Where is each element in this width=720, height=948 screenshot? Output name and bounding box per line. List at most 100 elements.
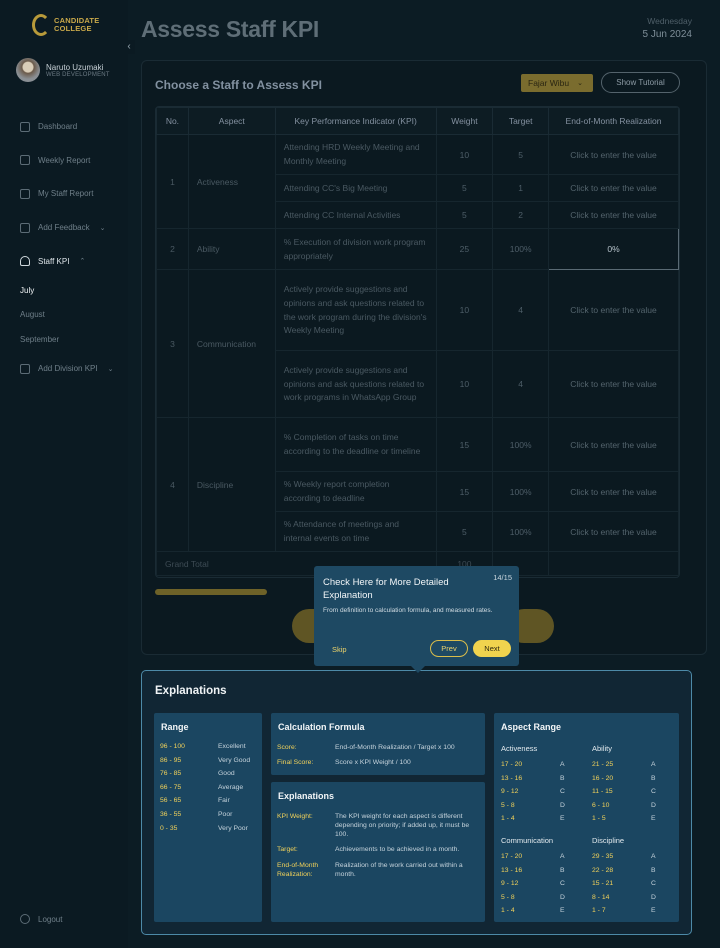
range-grade: Good bbox=[218, 770, 235, 778]
cell-target: 4 bbox=[492, 350, 550, 418]
definitions-panel: Explanations KPI Weight: The KPI weight f… bbox=[271, 782, 485, 922]
aspect-range-value: 9 - 12 bbox=[501, 880, 519, 887]
range-grade: Average bbox=[218, 783, 244, 791]
sidebar-item-my-staff-report[interactable]: My Staff Report bbox=[0, 177, 128, 211]
range-value: 0 - 35 bbox=[160, 824, 178, 832]
table-row: 2 Ability % Execution of division work p… bbox=[156, 228, 679, 270]
aspect-grade: C bbox=[651, 788, 656, 795]
table-header: No. Aspect Key Performance Indicator (KP… bbox=[156, 107, 679, 135]
aspect-range-value: 9 - 12 bbox=[501, 788, 519, 795]
cell-target: 1 bbox=[492, 174, 550, 202]
sidebar-item-staff-kpi[interactable]: Staff KPI ⌃ bbox=[0, 244, 128, 278]
cell-realization-input[interactable]: Click to enter the value bbox=[548, 134, 679, 175]
logout-button[interactable]: Logout bbox=[20, 914, 62, 924]
sidebar-item-dashboard[interactable]: Dashboard bbox=[0, 110, 128, 144]
range-value: 96 - 100 bbox=[160, 743, 185, 750]
cell-realization-input-active[interactable]: 0% bbox=[548, 228, 679, 270]
aspect-range-value: 16 - 20 bbox=[592, 774, 614, 782]
user-name: Naruto Uzumaki bbox=[46, 62, 104, 72]
aspect-range-title: Aspect Range bbox=[501, 722, 562, 732]
aspect-range-value: 5 - 8 bbox=[501, 801, 515, 809]
range-value: 36 - 55 bbox=[160, 811, 182, 818]
main-content: Assess Staff KPI Wednesday 5 Jun 2024 Ch… bbox=[128, 0, 720, 948]
range-value: 66 - 75 bbox=[160, 783, 182, 791]
table-scrollbar[interactable] bbox=[155, 589, 267, 595]
aspect-group-title: Activeness bbox=[501, 744, 538, 753]
definition-key: End-of-Month Realization: bbox=[277, 862, 319, 878]
sidebar-item-weekly-report[interactable]: Weekly Report bbox=[0, 144, 128, 178]
staff-select[interactable]: Fajar Wibu ⌄ bbox=[521, 74, 593, 92]
cell-realization-input[interactable]: Click to enter the value bbox=[548, 417, 679, 472]
cell-kpi: Attending CC Internal Activities bbox=[274, 201, 437, 229]
cell-realization-input[interactable]: Click to enter the value bbox=[548, 269, 679, 351]
sidebar-item-label: Add Feedback bbox=[38, 223, 90, 233]
tutorial-next-button[interactable]: Next bbox=[473, 640, 511, 657]
range-grade: Poor bbox=[218, 811, 233, 818]
aspect-grade: C bbox=[560, 788, 565, 795]
aspect-range-value: 1 - 4 bbox=[501, 907, 515, 914]
aspect-grade: B bbox=[560, 866, 565, 874]
range-value: 86 - 95 bbox=[160, 756, 182, 764]
cell-realization-input[interactable]: Click to enter the value bbox=[548, 471, 679, 512]
staff-select-value: Fajar Wibu bbox=[528, 78, 570, 88]
sidebar-subitem-july[interactable]: July bbox=[0, 278, 128, 303]
tutorial-title: Check Here for More Detailed Explanation bbox=[323, 577, 449, 601]
cell-kpi: % Weekly report completion according to … bbox=[274, 471, 437, 512]
aspect-range-value: 17 - 20 bbox=[501, 761, 523, 768]
cell-realization-input[interactable]: Click to enter the value bbox=[548, 174, 679, 202]
cell-no: 3 bbox=[156, 269, 189, 418]
cell-no: 1 bbox=[156, 134, 189, 229]
cell-weight: 10 bbox=[435, 269, 494, 351]
aspect-group-title: Communication bbox=[501, 836, 554, 845]
cell-target: 2 bbox=[492, 201, 550, 229]
feedback-icon bbox=[20, 222, 30, 233]
cell-kpi: % Execution of division work program app… bbox=[274, 228, 437, 270]
aspect-range-panel: Aspect Range Activeness 17 - 20 A 13 - 16… bbox=[494, 713, 679, 922]
show-tutorial-button[interactable]: Show Tutorial bbox=[601, 72, 680, 93]
sidebar-nav: Dashboard Weekly Report My Staff Report … bbox=[0, 110, 128, 385]
cell-realization-input[interactable]: Click to enter the value bbox=[548, 201, 679, 229]
sidebar: CANDIDATE COLLEGE Naruto Uzumaki WEB DEV… bbox=[0, 0, 128, 948]
cell-kpi: Attending HRD Weekly Meeting and Monthly… bbox=[274, 134, 437, 175]
range-panel: Range 96 - 100 Excellent 86 - 95 Very Good… bbox=[154, 713, 262, 922]
cell-weight: 10 bbox=[435, 350, 494, 418]
sidebar-item-label: Dashboard bbox=[38, 122, 78, 132]
aspect-range-value: 22 - 28 bbox=[592, 866, 614, 874]
tutorial-prev-button[interactable]: Prev bbox=[430, 640, 468, 657]
tutorial-skip-button[interactable]: Skip bbox=[332, 645, 347, 654]
cell-kpi: Actively provide suggestions and opinion… bbox=[274, 269, 437, 351]
date-value: 5 Jun 2024 bbox=[642, 29, 693, 40]
range-grade: Fair bbox=[218, 797, 230, 805]
sidebar-subitem-august[interactable]: August bbox=[0, 303, 128, 328]
range-title: Range bbox=[161, 722, 189, 732]
sidebar-collapse-button[interactable]: ‹ bbox=[123, 40, 135, 54]
sidebar-item-add-feedback[interactable]: Add Feedback ⌄ bbox=[0, 211, 128, 245]
tutorial-description: From definition to calculation formula, … bbox=[323, 607, 493, 614]
range-value: 76 - 85 bbox=[160, 770, 182, 778]
definition-key: Target: bbox=[277, 846, 298, 853]
aspect-range-value: 15 - 21 bbox=[592, 880, 614, 887]
user-profile[interactable]: Naruto Uzumaki WEB DEVELOPMENT bbox=[16, 58, 110, 82]
cell-target: 5 bbox=[492, 134, 550, 175]
cell-target: 4 bbox=[492, 269, 550, 351]
aspect-range-value: 8 - 14 bbox=[592, 893, 610, 901]
definition-key: KPI Weight: bbox=[277, 813, 313, 820]
range-grade: Excellent bbox=[218, 743, 246, 750]
cell-realization-input[interactable]: Click to enter the value bbox=[548, 511, 679, 552]
users-icon bbox=[20, 188, 30, 199]
aspect-grade: E bbox=[651, 815, 656, 822]
tutorial-step-counter: 14/15 bbox=[493, 573, 512, 582]
formula-value: End-of-Month Realization / Target x 100 bbox=[335, 744, 455, 751]
definition-value: The KPI weight for each aspect is differ… bbox=[335, 813, 470, 838]
aspect-grade: B bbox=[651, 774, 656, 782]
report-icon bbox=[20, 155, 30, 166]
sidebar-item-add-division-kpi[interactable]: Add Division KPI ⌄ bbox=[0, 352, 128, 386]
cell-kpi: % Attendance of meetings and internal ev… bbox=[274, 511, 437, 552]
logo-text-line2: COLLEGE bbox=[54, 24, 92, 33]
cell-no: 4 bbox=[156, 417, 189, 552]
logo[interactable]: CANDIDATE COLLEGE bbox=[32, 14, 99, 36]
sidebar-subitem-september[interactable]: September bbox=[0, 327, 128, 352]
cell-kpi: % Completion of tasks on time according … bbox=[274, 417, 437, 472]
cell-realization-input[interactable]: Click to enter the value bbox=[548, 350, 679, 418]
sidebar-item-label: My Staff Report bbox=[38, 189, 94, 199]
